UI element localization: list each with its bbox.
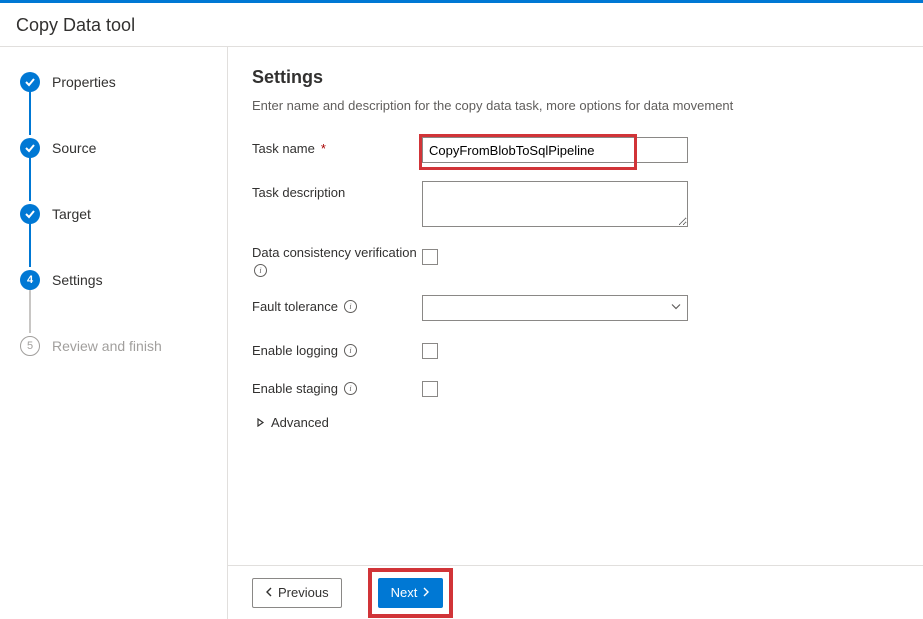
step-label: Review and finish — [52, 338, 162, 354]
wizard-steps: Properties Source Target 4 Settings 5 Re… — [0, 47, 228, 619]
info-icon[interactable]: i — [344, 382, 357, 395]
label-task-description: Task description — [252, 181, 422, 200]
layout: Properties Source Target 4 Settings 5 Re… — [0, 47, 923, 619]
step-connector — [29, 223, 31, 267]
step-settings[interactable]: 4 Settings — [20, 267, 227, 293]
row-task-description: Task description — [252, 181, 899, 227]
row-fault-tolerance: Fault tolerance i — [252, 295, 899, 321]
label-text: Task description — [252, 185, 345, 200]
label-text: Data consistency verification — [252, 245, 417, 260]
enable-staging-checkbox[interactable] — [422, 381, 438, 397]
step-number-icon: 5 — [20, 336, 40, 356]
previous-button[interactable]: Previous — [252, 578, 342, 608]
step-label: Properties — [52, 74, 116, 90]
step-connector — [29, 157, 31, 201]
step-source[interactable]: Source — [20, 135, 227, 161]
check-icon — [20, 204, 40, 224]
fault-tolerance-select[interactable] — [422, 295, 688, 321]
section-title: Settings — [252, 67, 899, 88]
row-data-consistency: Data consistency verification i — [252, 245, 899, 277]
task-description-input[interactable] — [422, 181, 688, 227]
wizard-footer: Previous Next — [228, 565, 923, 619]
enable-logging-checkbox[interactable] — [422, 343, 438, 359]
label-enable-logging: Enable logging i — [252, 339, 422, 358]
highlight-next: Next — [372, 572, 450, 614]
info-icon[interactable]: i — [344, 344, 357, 357]
label-fault-tolerance: Fault tolerance i — [252, 295, 422, 314]
label-data-consistency: Data consistency verification i — [252, 245, 422, 277]
label-text: Fault tolerance — [252, 299, 338, 314]
check-icon — [20, 72, 40, 92]
section-subtitle: Enter name and description for the copy … — [252, 98, 899, 113]
step-connector — [29, 91, 31, 135]
highlight-task-name — [422, 137, 688, 163]
check-icon — [20, 138, 40, 158]
step-number-icon: 4 — [20, 270, 40, 290]
caret-right-icon — [256, 415, 265, 430]
info-icon[interactable]: i — [254, 264, 267, 277]
button-label: Previous — [278, 585, 329, 600]
row-enable-logging: Enable logging i — [252, 339, 899, 359]
advanced-label: Advanced — [271, 415, 329, 430]
label-enable-staging: Enable staging i — [252, 377, 422, 396]
row-enable-staging: Enable staging i — [252, 377, 899, 397]
fault-tolerance-select-wrap — [422, 295, 688, 321]
info-icon[interactable]: i — [344, 300, 357, 313]
step-target[interactable]: Target — [20, 201, 227, 227]
label-text: Enable logging — [252, 343, 338, 358]
chevron-right-icon — [421, 585, 430, 600]
data-consistency-checkbox[interactable] — [422, 249, 438, 265]
row-task-name: Task name * — [252, 137, 899, 163]
page-title: Copy Data tool — [0, 3, 923, 47]
advanced-toggle[interactable]: Advanced — [256, 415, 899, 430]
content: Settings Enter name and description for … — [228, 47, 923, 565]
main: Settings Enter name and description for … — [228, 47, 923, 619]
label-text: Task name — [252, 141, 315, 156]
step-connector — [29, 289, 31, 333]
step-label: Target — [52, 206, 91, 222]
label-text: Enable staging — [252, 381, 338, 396]
button-label: Next — [391, 585, 418, 600]
chevron-left-icon — [265, 585, 274, 600]
step-label: Source — [52, 140, 96, 156]
step-properties[interactable]: Properties — [20, 69, 227, 95]
label-task-name: Task name * — [252, 137, 422, 156]
step-review: 5 Review and finish — [20, 333, 227, 359]
next-button[interactable]: Next — [378, 578, 444, 608]
required-asterisk: * — [321, 141, 326, 156]
step-label: Settings — [52, 272, 103, 288]
task-name-input[interactable] — [422, 137, 688, 163]
